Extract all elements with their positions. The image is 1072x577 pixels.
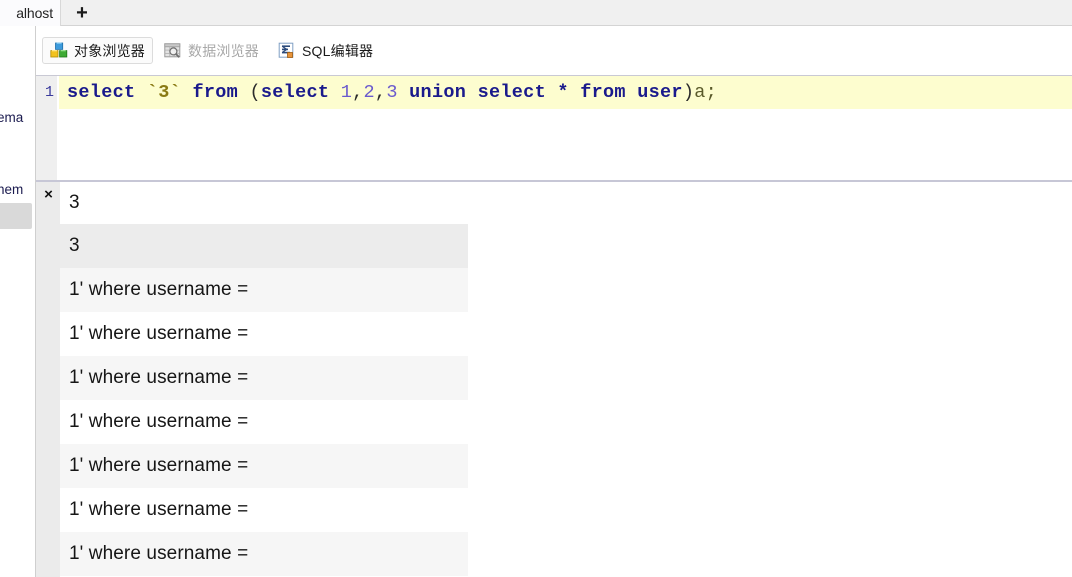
sidebar-rail: ema hem — [0, 26, 36, 577]
sql-token: , — [374, 82, 387, 103]
editor-line-number-gutter: 1 — [36, 76, 58, 180]
toolbar-label-data-browser: 数据浏览器 — [188, 42, 259, 59]
table-row[interactable]: 1' where username = — [60, 268, 468, 312]
toolbar-button-object-browser[interactable]: 对象浏览器 — [42, 37, 153, 64]
sql-client-window: alhost + ema hem — [0, 0, 1072, 577]
sql-token: union — [409, 82, 467, 103]
sql-tokens: select `3` from (select 1,2,3 union sele… — [67, 82, 717, 103]
sql-token: 3 — [386, 82, 398, 103]
connection-tab-strip: alhost + — [0, 0, 1072, 26]
results-grid[interactable]: 3 3 1' where username = 1' where usernam… — [60, 182, 1072, 577]
tab-localhost[interactable]: alhost — [0, 0, 61, 26]
sql-token: 1 — [340, 82, 353, 103]
sql-token: from — [192, 82, 239, 103]
sql-token: select — [260, 82, 330, 103]
sql-token: a — [694, 82, 706, 103]
sql-token: select — [477, 82, 546, 103]
close-icon[interactable]: × — [41, 187, 56, 202]
toolbar-button-sql-editor[interactable]: SQL编辑器 — [270, 37, 381, 64]
toolbar-label-sql-editor: SQL编辑器 — [302, 42, 374, 59]
sidebar-clipped-label-1: ema — [0, 110, 24, 125]
sql-token: from — [580, 82, 626, 103]
sql-token: ( — [249, 82, 261, 103]
sql-code-line[interactable]: select `3` from (select 1,2,3 union sele… — [59, 76, 1072, 109]
line-number-1: 1 — [44, 84, 54, 101]
table-row[interactable]: 1' where username = — [60, 532, 468, 576]
sql-editor[interactable]: 1 select `3` from (select 1,2,3 union se… — [36, 75, 1072, 180]
table-row[interactable]: 1' where username = — [60, 400, 468, 444]
table-row[interactable]: 1' where username = — [60, 312, 468, 356]
sql-token: , — [352, 82, 364, 103]
cubes-icon — [50, 41, 68, 60]
main-body: ema hem 对象浏览器 — [0, 26, 1072, 577]
table-row[interactable]: 1' where username = — [60, 356, 468, 400]
sql-token: select — [67, 82, 136, 103]
results-column: 3 3 1' where username = 1' where usernam… — [60, 182, 468, 577]
sidebar-selected-item[interactable] — [0, 203, 32, 229]
sql-token: 2 — [363, 82, 375, 103]
sql-token: * — [557, 82, 569, 103]
table-row[interactable]: 3 — [60, 224, 468, 268]
sql-token: ; — [705, 82, 718, 103]
editor-empty-space[interactable] — [59, 109, 1072, 180]
toolbar-label-object-browser: 对象浏览器 — [74, 42, 145, 59]
sql-token: ) — [682, 82, 695, 103]
grid-search-icon — [164, 42, 182, 60]
results-gutter: × — [36, 182, 60, 577]
column-header-3[interactable]: 3 — [60, 182, 468, 224]
sql-token: user — [637, 82, 683, 103]
sql-token: `3` — [146, 82, 182, 103]
results-pane: × 3 3 1' where username = 1' where usern… — [36, 180, 1072, 577]
table-row[interactable]: 1' where username = — [60, 488, 468, 532]
view-toolbar: 对象浏览器 数据浏览器 SQL编辑器 — [36, 26, 1072, 75]
sql-editor-icon — [278, 42, 296, 60]
sidebar-clipped-label-2: hem — [0, 182, 24, 197]
new-tab-button[interactable]: + — [62, 0, 102, 26]
table-row[interactable]: 1' where username = — [60, 444, 468, 488]
tab-localhost-label: alhost — [16, 5, 53, 21]
toolbar-button-data-browser[interactable]: 数据浏览器 — [156, 37, 267, 64]
